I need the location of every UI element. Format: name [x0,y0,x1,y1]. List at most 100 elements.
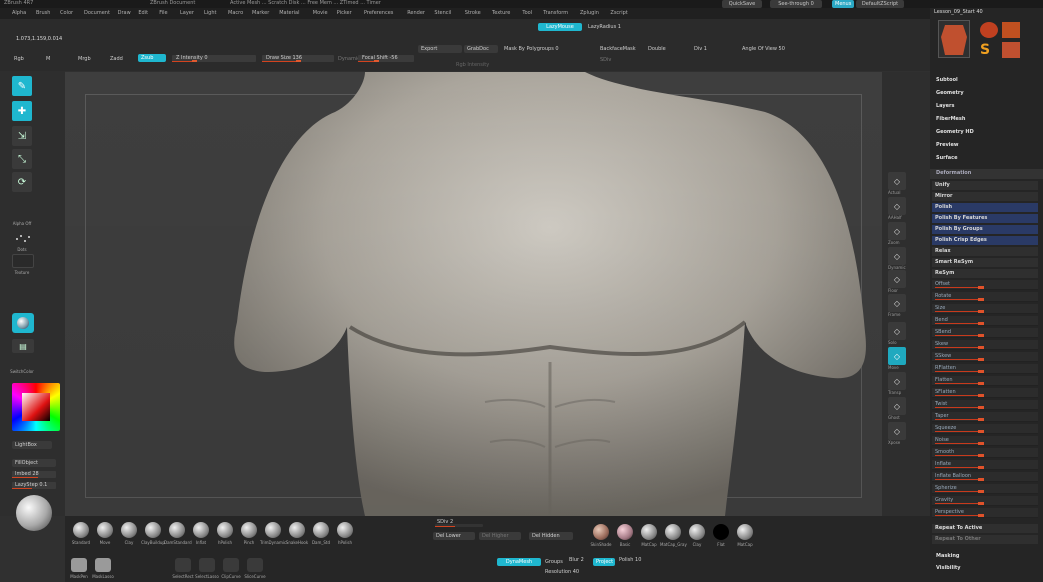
move-button[interactable]: ◇ [888,347,906,365]
grabdoc-button[interactable]: GrabDoc [464,45,498,53]
polish-slider[interactable]: Polish 10 [619,558,641,563]
color-picker[interactable] [12,383,60,431]
zsphere-thumb[interactable] [1002,42,1020,58]
lazymouse-button[interactable]: LazyMouse [538,23,582,31]
matcap-preview[interactable] [16,495,52,531]
menu-item-macro[interactable]: Macro [228,11,243,16]
menu-item-stencil[interactable]: Stencil [434,11,451,16]
double-button[interactable]: Double [648,47,666,52]
deform-bend-slider[interactable]: Bend [932,316,1038,326]
simplebrush-icon[interactable]: S [980,42,998,58]
deform-squeeze-slider[interactable]: Squeeze [932,424,1038,434]
menu-item-color[interactable]: Color [60,11,73,16]
canvas[interactable] [65,72,882,516]
menus-button[interactable]: Menus [832,0,854,8]
menu-item-movie[interactable]: Movie [313,11,328,16]
backfacemask-button[interactable]: BackfaceMask [600,47,636,52]
material-skinshade-button[interactable] [593,524,609,540]
draw-button[interactable]: ✚ [12,101,32,121]
deform-smart-resym-button[interactable]: Smart ReSym [932,258,1038,267]
deform-mirror-button[interactable]: Mirror [932,192,1038,201]
move-button[interactable]: ⇲ [12,126,32,146]
menu-item-material[interactable]: Material [279,11,299,16]
menu-item-transform[interactable]: Transform [543,11,568,16]
deformation-header[interactable]: Deformation [930,169,1043,179]
deform-sflatten-slider[interactable]: SFlatten [932,388,1038,398]
masklasso-icon[interactable] [95,558,111,572]
brush-pinch-button[interactable] [241,522,257,538]
brush-move-button[interactable] [97,522,113,538]
imbed-slider[interactable]: Imbed 28 [12,471,56,478]
brush-hpolish-button[interactable] [217,522,233,538]
deform-polish-button[interactable]: Polish [932,203,1038,212]
alpha-thumb[interactable] [14,231,32,245]
deform-offset-slider[interactable]: Offset [932,280,1038,290]
brush-inflat-button[interactable] [193,522,209,538]
color-square[interactable] [22,393,50,421]
xpose-button[interactable]: ◇ [888,422,906,440]
cylinder-thumb[interactable] [980,22,998,38]
menu-item-file[interactable]: File [159,11,167,16]
clipcurve-icon[interactable] [223,558,239,572]
deform-polish-by-features-button[interactable]: Polish By Features [932,214,1038,223]
material-matcap-button[interactable] [641,524,657,540]
deform-twist-slider[interactable]: Twist [932,400,1038,410]
menu-item-picker[interactable]: Picker [337,11,352,16]
lightbox-button[interactable]: LightBox [12,441,52,449]
repeat-active-button[interactable]: Repeat To Active [932,524,1038,533]
zsub-button[interactable]: Zsub [138,54,166,62]
brush-hpolish-button[interactable] [337,522,353,538]
repeat-other-button[interactable]: Repeat To Other [932,535,1038,544]
menu-item-texture[interactable]: Texture [492,11,510,16]
brush-claybuildup-button[interactable] [145,522,161,538]
deform-perspective-slider[interactable]: Perspective [932,508,1038,518]
palette-section-subtool[interactable]: Subtool [930,76,1043,86]
menu-item-marker[interactable]: Marker [252,11,269,16]
menu-item-render[interactable]: Render [407,11,425,16]
quicksave-button[interactable]: QuickSave [722,0,762,8]
menu-item-stroke[interactable]: Stroke [465,11,481,16]
deform-sbend-slider[interactable]: SBend [932,328,1038,338]
deform-flatten-slider[interactable]: Flatten [932,376,1038,386]
resolution-slider[interactable]: Resolution 40 [545,570,579,575]
selectrect-icon[interactable] [175,558,191,572]
deform-sskew-slider[interactable]: SSkew [932,352,1038,362]
actual-button[interactable]: ◇ [888,172,906,190]
edit-button[interactable]: ✎ [12,76,32,96]
menu-item-draw[interactable]: Draw [118,11,131,16]
aahalf-button[interactable]: ◇ [888,197,906,215]
deform-resym-button[interactable]: ReSym [932,269,1038,278]
menu-item-layer[interactable]: Layer [180,11,194,16]
deform-unify-button[interactable]: Unify [932,181,1038,190]
zoom-button[interactable]: ◇ [888,222,906,240]
palette-section-visibility[interactable]: Visibility [930,564,1043,574]
menu-item-alpha[interactable]: Alpha [12,11,26,16]
torso-model[interactable] [65,72,882,516]
mask-polygroups-slider[interactable]: Mask By Polygroups 0 [504,47,559,52]
slicecurve-icon[interactable] [247,558,263,572]
angle-of-view-slider[interactable]: Angle Of View 50 [742,47,785,52]
div-slider[interactable]: Div 1 [694,47,707,52]
material-basic-button[interactable] [617,524,633,540]
palette-section-layers[interactable]: Layers [930,102,1043,112]
transp-button[interactable]: ◇ [888,372,906,390]
deform-polish-by-groups-button[interactable]: Polish By Groups [932,225,1038,234]
brush-clay-button[interactable] [121,522,137,538]
menu-item-preferences[interactable]: Preferences [364,11,393,16]
brush-dam_std-button[interactable] [313,522,329,538]
palette-section-geometry-hd[interactable]: Geometry HD [930,128,1043,138]
menu-item-zplugin[interactable]: Zplugin [580,11,599,16]
brush-snakehook-button[interactable] [289,522,305,538]
blur-slider[interactable]: Blur 2 [569,558,584,563]
menu-item-tool[interactable]: Tool [522,11,532,16]
deform-skew-slider[interactable]: Skew [932,340,1038,350]
zadd-button[interactable]: Zadd [110,57,123,62]
deform-relax-button[interactable]: Relax [932,247,1038,256]
brush-standard-button[interactable] [73,522,89,538]
lazystep-slider[interactable]: LazyStep 0.1 [12,482,56,489]
rotate-button[interactable]: ⟳ [12,172,32,192]
menu-item-brush[interactable]: Brush [36,11,50,16]
dynamic-button[interactable]: ◇ [888,247,906,265]
current-tool-thumb[interactable] [938,20,970,58]
palette-section-preview[interactable]: Preview [930,141,1043,151]
